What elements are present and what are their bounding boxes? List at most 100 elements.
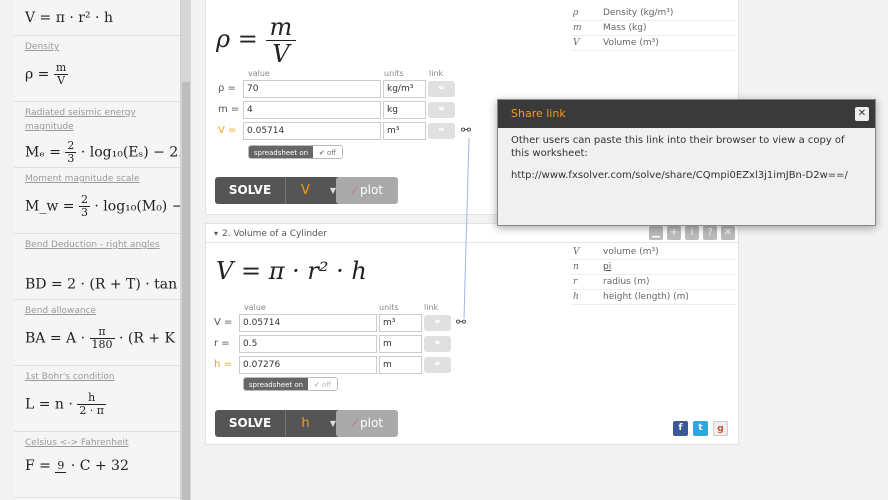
- sidebar-item-formula: F = 9 · C + 32: [25, 458, 129, 474]
- variable-label: r =: [214, 338, 230, 349]
- formula-sidebar: V = π · r² · h Density ρ = mV Radiated se…: [14, 0, 181, 500]
- legend-row: h height (length) (m): [571, 290, 736, 305]
- formula-lhs: ρ =: [25, 66, 50, 83]
- sidebar-item-title[interactable]: 1st Bohr's condition: [25, 370, 180, 384]
- legend-description: Mass (kg): [603, 23, 647, 33]
- formula-fraction: π 180: [89, 326, 115, 351]
- plot-icon: ⟋: [351, 186, 358, 197]
- legend-symbol: h: [573, 292, 579, 302]
- formula-lhs: BD = 2 · (R + T) · tan: [25, 276, 178, 293]
- formula-lhs: F =: [25, 458, 51, 474]
- twitter-icon[interactable]: t: [693, 421, 708, 436]
- sidebar-item-title[interactable]: Moment magnitude scale: [25, 172, 180, 186]
- solve-control: SOLVE h ▼: [215, 410, 341, 437]
- close-icon[interactable]: ✕: [721, 226, 735, 240]
- link-button[interactable]: ⚭: [424, 336, 451, 352]
- value-input[interactable]: [243, 101, 381, 119]
- close-icon[interactable]: ✕: [855, 107, 869, 121]
- variable-label: h =: [214, 359, 232, 370]
- spreadsheet-on[interactable]: spreadsheet on: [249, 146, 313, 158]
- unit-input[interactable]: kg/m³: [383, 80, 426, 98]
- sidebar-item[interactable]: 1st Bohr's condition L = n · h2 · π: [14, 366, 180, 432]
- spreadsheet-on[interactable]: spreadsheet on: [244, 378, 308, 390]
- collapse-caret-icon[interactable]: ▾: [214, 229, 218, 238]
- facebook-icon[interactable]: f: [673, 421, 688, 436]
- column-header-units: units: [384, 69, 404, 78]
- legend-symbol: m: [573, 23, 582, 33]
- legend-symbol: V: [573, 38, 580, 48]
- link-button[interactable]: ⚭: [428, 81, 455, 97]
- formula-fraction: 9: [55, 458, 67, 473]
- sidebar-item-title[interactable]: Bend Deduction - right angles: [25, 238, 180, 252]
- column-header-link: link: [424, 303, 439, 312]
- formula-fraction: 23: [78, 194, 90, 219]
- formula-lhs: ρ =: [216, 25, 258, 53]
- formula-lhs: L = n ·: [25, 396, 73, 413]
- sidebar-item[interactable]: Moment magnitude scale M_w = 23 · log₁₀(M…: [14, 168, 180, 234]
- plot-button[interactable]: ⟋ plot: [336, 177, 398, 204]
- solve-variable-select[interactable]: V: [285, 177, 325, 204]
- fraction-numerator: m: [265, 14, 297, 41]
- social-share: f t g: [673, 421, 728, 436]
- sidebar-item-title[interactable]: Density: [25, 40, 180, 54]
- legend-description[interactable]: pi: [603, 260, 736, 274]
- unit-input[interactable]: m: [379, 356, 422, 374]
- link-button[interactable]: ⚭: [428, 123, 455, 139]
- sidebar-item-top[interactable]: V = π · r² · h: [14, 0, 180, 36]
- value-input[interactable]: [239, 335, 377, 353]
- chain-link-icon[interactable]: ⚯: [456, 315, 466, 329]
- sidebar-item[interactable]: Celsius <-> Fahrenheit F = 9 · C + 32: [14, 432, 180, 498]
- link-button[interactable]: ⚭: [424, 357, 451, 373]
- info-icon[interactable]: i: [685, 226, 699, 240]
- sidebar-item[interactable]: Bend Deduction - right angles BD = 2 · (R…: [14, 234, 180, 300]
- spreadsheet-toggle[interactable]: spreadsheet on ✔ off: [248, 145, 343, 159]
- solve-button[interactable]: SOLVE: [215, 410, 285, 437]
- legend-description: Density (kg/m³): [603, 8, 674, 18]
- value-input[interactable]: [239, 314, 377, 332]
- legend-description: volume (m³): [603, 247, 659, 257]
- fraction-numerator: 9: [55, 458, 67, 473]
- sidebar-item-title[interactable]: Bend allowance: [25, 304, 180, 318]
- share-url[interactable]: http://www.fxsolver.com/solve/share/CQmp…: [511, 169, 862, 182]
- add-icon[interactable]: +: [667, 226, 681, 240]
- link-button[interactable]: ⚭: [424, 315, 451, 331]
- formula-rest: · C + 32: [70, 458, 129, 474]
- density-formula: ρ = m V: [216, 14, 297, 67]
- sidebar-item[interactable]: Bend allowance BA = A · π 180 · (R + K ·: [14, 300, 180, 366]
- unit-input[interactable]: m³: [383, 122, 426, 140]
- sidebar-item-title[interactable]: Celsius <-> Fahrenheit: [25, 436, 180, 450]
- solve-button[interactable]: SOLVE: [215, 177, 285, 204]
- dialog-title: Share link: [498, 100, 875, 128]
- unit-input[interactable]: m³: [379, 314, 422, 332]
- unit-input[interactable]: m: [379, 335, 422, 353]
- legend-row: V Volume (m³): [571, 36, 736, 51]
- sidebar-item[interactable]: Radiated seismic energy magnitude Mₑ = 23…: [14, 102, 180, 168]
- google-plus-icon[interactable]: g: [713, 421, 728, 436]
- legend-symbol: n: [573, 262, 579, 272]
- legend-symbol: r: [573, 277, 578, 287]
- scrollbar-thumb[interactable]: [182, 82, 190, 500]
- variable-legend: Vvolume (m³) n pi r radius (m) h height (lengt…: [571, 245, 736, 305]
- worksheet-title: 2. Volume of a Cylinder: [222, 229, 327, 239]
- column-header-value: value: [244, 303, 266, 312]
- solve-variable-select[interactable]: h: [285, 410, 325, 437]
- help-icon[interactable]: ?: [703, 226, 717, 240]
- sidebar-item[interactable]: Density ρ = mV: [14, 36, 180, 102]
- worksheet-toolbar: ▁ + i ? ✕: [649, 226, 735, 240]
- value-input[interactable]: [239, 356, 377, 374]
- link-button[interactable]: ⚭: [428, 102, 455, 118]
- chain-link-icon[interactable]: ⚯: [461, 123, 471, 137]
- sidebar-scrollbar[interactable]: [181, 0, 191, 500]
- dialog-message: Other users can paste this link into the…: [511, 135, 845, 159]
- plot-button[interactable]: ⟋ plot: [336, 410, 398, 437]
- spreadsheet-off[interactable]: ✔ off: [308, 378, 337, 390]
- spreadsheet-off[interactable]: ✔ off: [313, 146, 342, 158]
- fraction-denominator: 3: [67, 152, 75, 165]
- minimize-icon[interactable]: ▁: [649, 226, 663, 240]
- spreadsheet-toggle[interactable]: spreadsheet on ✔ off: [243, 377, 338, 391]
- sidebar-item-title[interactable]: Radiated seismic energy magnitude: [25, 106, 180, 134]
- value-input[interactable]: [243, 122, 381, 140]
- unit-input[interactable]: kg: [383, 101, 426, 119]
- value-input[interactable]: [243, 80, 381, 98]
- legend-description: radius (m): [603, 277, 650, 287]
